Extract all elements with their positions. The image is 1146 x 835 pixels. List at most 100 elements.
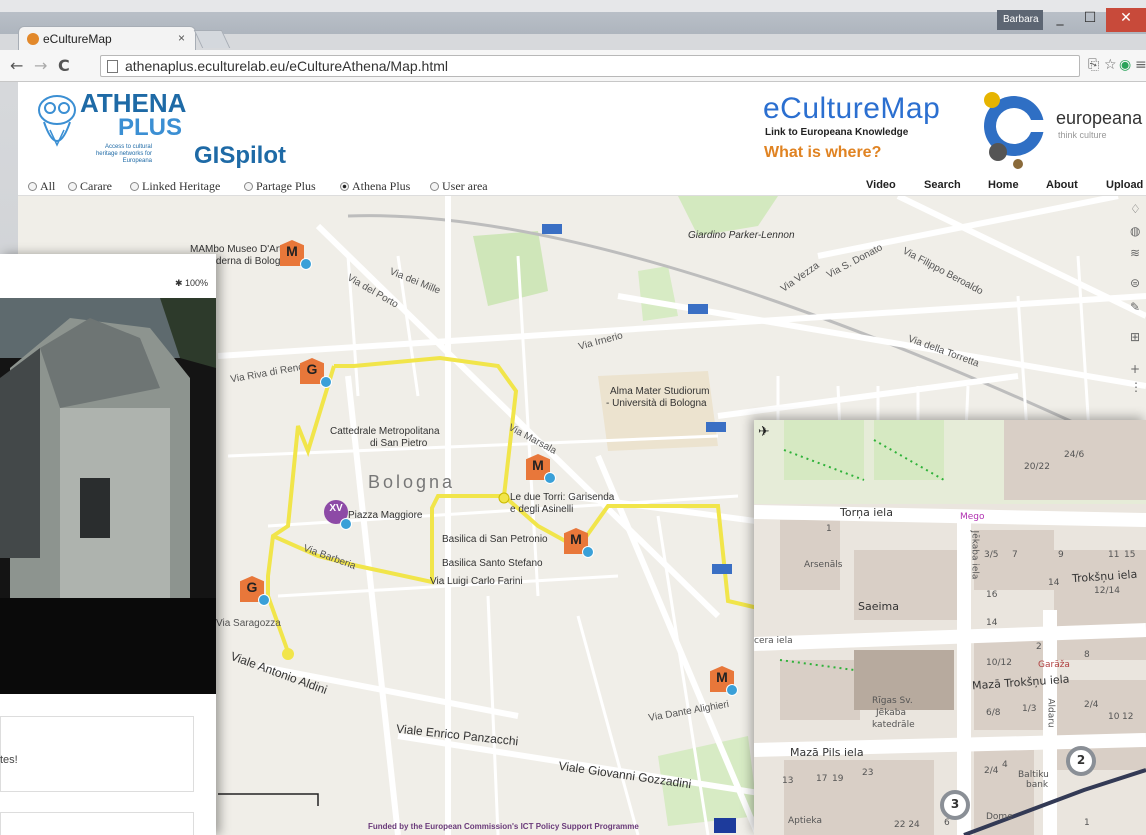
- phone-card-2[interactable]: [0, 812, 194, 835]
- gispilot-title: GISpilot: [194, 142, 286, 169]
- globe-icon[interactable]: ◍: [1130, 224, 1144, 238]
- label-mego: Mego: [960, 512, 985, 522]
- house-number: 1: [1084, 818, 1090, 828]
- europeana-badge-icon: [320, 376, 332, 388]
- label-cattedrale: Cattedrale Metropolitana: [330, 426, 440, 437]
- grid-icon[interactable]: ⊞: [1130, 330, 1144, 344]
- zoom-slider-icon[interactable]: ⋮: [1130, 380, 1144, 394]
- browser-tab[interactable]: eCultureMap ×: [18, 26, 196, 50]
- url-bar[interactable]: athenaplus.eculturelab.eu/eCultureAthena…: [100, 55, 1080, 77]
- house-number: 2/4: [984, 766, 999, 776]
- eu-flag-icon: [714, 818, 736, 833]
- label-bologna: Bologna: [368, 472, 456, 492]
- menu-search[interactable]: Search: [924, 179, 961, 191]
- house-number: 22 24: [894, 820, 920, 830]
- layers-icon[interactable]: ≋: [1130, 246, 1144, 260]
- house-number: 12: [1122, 712, 1134, 722]
- house-number: 19: [832, 774, 844, 784]
- label-cera-iela: cera iela: [754, 636, 793, 646]
- reload-icon[interactable]: C: [58, 56, 70, 75]
- label-san-petronio: Basilica di San Petronio: [442, 534, 548, 545]
- filter-bar: All Carare Linked Heritage Partage Plus …: [18, 176, 1146, 196]
- background-window: [0, 0, 1146, 12]
- house-number: 3/5: [984, 550, 999, 560]
- back-arrow-icon[interactable]: ←: [10, 56, 23, 75]
- label-alma-mater: Alma Mater Studiorum: [610, 386, 710, 397]
- filter-athena-plus[interactable]: Athena Plus: [340, 179, 410, 194]
- tab-close-icon[interactable]: ×: [178, 31, 185, 45]
- site-header: ATHENA PLUS Access to cultural heritage …: [18, 82, 1146, 176]
- tab-title: eCultureMap: [43, 32, 112, 46]
- house-number: 17: [816, 774, 828, 784]
- eculturemap-logo[interactable]: eCultureMap: [763, 92, 940, 126]
- menu-home[interactable]: Home: [988, 179, 1019, 191]
- label-katedrale: katedrāle: [872, 720, 915, 730]
- filter-carare[interactable]: Carare: [68, 179, 112, 194]
- phone-card-text: tes!: [0, 754, 18, 766]
- radio-icon: [28, 182, 37, 191]
- house-number: 6: [944, 818, 950, 828]
- route-marker[interactable]: 2: [1066, 746, 1096, 776]
- house-number: 1/3: [1022, 704, 1037, 714]
- europeana-badge-icon: [340, 518, 352, 530]
- riga-map[interactable]: ✈ Torņa iela Arsenāls Saeima Trokšņu iel…: [754, 420, 1146, 835]
- what-is-where: What is where?: [764, 144, 882, 161]
- house-number: 14: [1048, 578, 1060, 588]
- europeana-logo-icon: [984, 92, 1048, 169]
- zoom-in-icon[interactable]: +: [1130, 362, 1144, 376]
- label-giardino: Giardino Parker-Lennon: [688, 230, 795, 241]
- house-number: 9: [1058, 550, 1064, 560]
- house-number: 16: [986, 590, 998, 600]
- airplane-icon: ✈: [758, 424, 770, 440]
- address-toolbar: ← → C athenaplus.eculturelab.eu/eCulture…: [0, 50, 1146, 82]
- mobile-screenshot: ✱ 100% tes!: [0, 254, 216, 835]
- phone-status: ✱ 100%: [174, 278, 208, 288]
- label-aptieka: Aptieka: [788, 816, 823, 826]
- europeana-badge-icon: [544, 472, 556, 484]
- filter-user-area[interactable]: User area: [430, 179, 488, 194]
- minimize-button[interactable]: _: [1046, 8, 1074, 32]
- menu-upload[interactable]: Upload: [1106, 179, 1143, 191]
- label-arsenals: Arsenāls: [804, 560, 843, 570]
- map-zoom-icon[interactable]: ♢: [1130, 202, 1144, 216]
- label-saragozza: Via Saragozza: [216, 618, 281, 629]
- label-bank: bank: [1026, 780, 1049, 790]
- label-torna-iela: Torņa iela: [840, 506, 893, 519]
- funding-note: Funded by the European Commission's ICT …: [368, 822, 639, 831]
- user-badge[interactable]: Barbara: [997, 10, 1043, 30]
- owl-logo-icon: [38, 95, 76, 147]
- label-santo-stefano: Basilica Santo Stefano: [442, 558, 543, 569]
- url-text: athenaplus.eculturelab.eu/eCultureAthena…: [125, 58, 448, 74]
- menu-icon[interactable]: ≡: [1135, 57, 1146, 73]
- radio-icon: [130, 182, 139, 191]
- europeana-wordmark: europeana: [1056, 108, 1143, 128]
- label-garaza: Garāža: [1038, 660, 1070, 670]
- athena-tagline: Access to cultural heritage networks for…: [95, 144, 152, 164]
- translate-icon[interactable]: ⎘: [1088, 57, 1099, 73]
- house-number: 7: [1012, 550, 1018, 560]
- label-due-torri: Le due Torri: Garisenda: [510, 492, 615, 503]
- phone-card[interactable]: [0, 716, 194, 792]
- bookmark-star-icon[interactable]: ☆: [1104, 57, 1117, 73]
- maximize-button[interactable]: ☐: [1076, 8, 1104, 32]
- label-dome: Dome: [986, 812, 1013, 822]
- forward-arrow-icon[interactable]: →: [34, 56, 47, 75]
- label-piazza-maggiore: Piazza Maggiore: [348, 510, 423, 521]
- menu-video[interactable]: Video: [866, 179, 896, 191]
- menu-about[interactable]: About: [1046, 179, 1078, 191]
- car-icon[interactable]: ⊜: [1130, 276, 1144, 290]
- europeana-badge-icon: [582, 546, 594, 558]
- filter-linked-heritage[interactable]: Linked Heritage: [130, 179, 220, 194]
- house-number: 23: [862, 768, 874, 778]
- house-number: 8: [1084, 650, 1090, 660]
- extension-icon[interactable]: ◉: [1119, 57, 1131, 73]
- draw-icon[interactable]: ✎: [1130, 300, 1144, 314]
- close-window-button[interactable]: ✕: [1106, 8, 1146, 32]
- house-number: 10/12: [986, 658, 1012, 668]
- filter-all[interactable]: All: [28, 179, 55, 194]
- desktop: eCultureMap × Barbara _ ☐ ✕ ← → C athena…: [0, 0, 1146, 835]
- house-number: 13: [782, 776, 794, 786]
- route-marker[interactable]: 3: [940, 790, 970, 820]
- filter-partage-plus[interactable]: Partage Plus: [244, 179, 316, 194]
- house-number: 11: [1108, 550, 1120, 560]
